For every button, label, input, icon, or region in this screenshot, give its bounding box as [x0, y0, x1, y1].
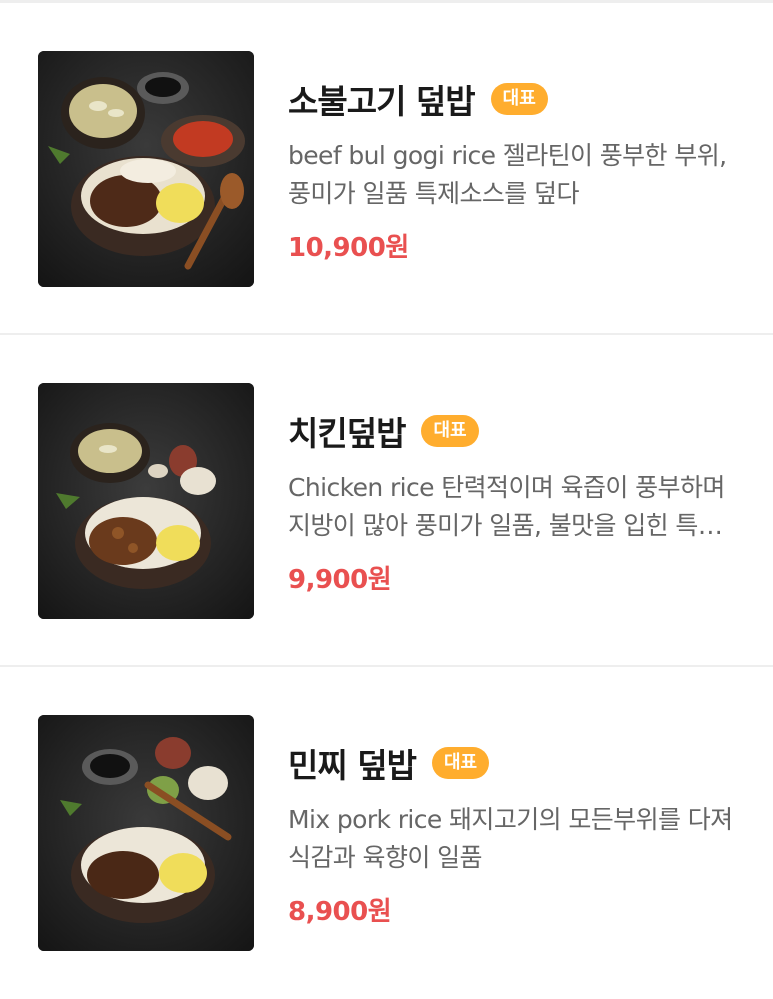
menu-item-name: 치킨덮밥: [288, 414, 406, 453]
menu-item-info: 민찌 덮밥 대표 Mix pork rice 돼지고기의 모든부위를 다져 식감…: [288, 715, 738, 928]
menu-item-chicken[interactable]: 치킨덮밥 대표 Chicken rice 탄력적이며 육즙이 풍부하며 지방이 …: [0, 335, 773, 667]
menu-item-description: Mix pork rice 돼지고기의 모든부위를 다져 식감과 육향이 일품: [288, 805, 733, 872]
menu-item-info: 치킨덮밥 대표 Chicken rice 탄력적이며 육즙이 풍부하며 지방이 …: [288, 383, 738, 596]
menu-item-name: 소불고기 덮밥: [288, 82, 476, 121]
menu-item-minced-pork[interactable]: 민찌 덮밥 대표 Mix pork rice 돼지고기의 모든부위를 다져 식감…: [0, 667, 773, 999]
menu-item-title-row: 치킨덮밥 대표: [288, 407, 738, 455]
menu-item-info: 소불고기 덮밥 대표 beef bul gogi rice 젤라틴이 풍부한 부…: [288, 51, 738, 264]
menu-item-photo[interactable]: [38, 383, 254, 619]
menu-item-price: 10,900원: [288, 233, 409, 263]
menu-item-title-row: 소불고기 덮밥 대표: [288, 75, 738, 123]
chicken-bowl-photo: [38, 383, 254, 619]
menu-item-photo[interactable]: [38, 51, 254, 287]
minced-pork-bowl-photo: [38, 715, 254, 951]
menu-item-description: beef bul gogi rice 젤라틴이 풍부한 부위, 풍미가 일품 특…: [288, 141, 727, 208]
menu-item-name: 민찌 덮밥: [288, 746, 417, 785]
menu-item-title-row: 민찌 덮밥 대표: [288, 739, 738, 787]
menu-item-price: 9,900원: [288, 565, 392, 595]
menu-item-description: Chicken rice 탄력적이며 육즙이 풍부하며 지방이 많아 풍미가 일…: [288, 473, 725, 540]
menu-item-price: 8,900원: [288, 897, 392, 927]
beef-bulgogi-bowl-photo: [38, 51, 254, 287]
menu-list: 소불고기 덮밥 대표 beef bul gogi rice 젤라틴이 풍부한 부…: [0, 3, 773, 999]
signature-badge: 대표: [421, 415, 479, 447]
signature-badge: 대표: [490, 83, 548, 115]
menu-item-photo[interactable]: [38, 715, 254, 951]
menu-item-beef-bulgogi[interactable]: 소불고기 덮밥 대표 beef bul gogi rice 젤라틴이 풍부한 부…: [0, 3, 773, 335]
signature-badge: 대표: [431, 747, 490, 779]
